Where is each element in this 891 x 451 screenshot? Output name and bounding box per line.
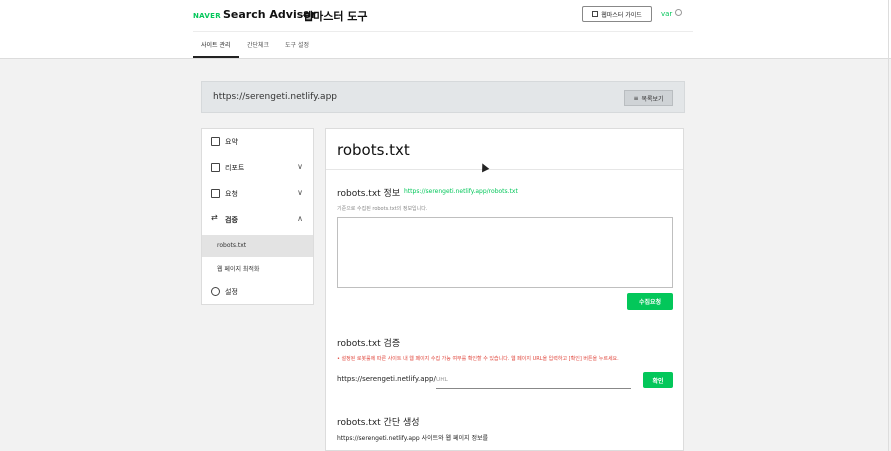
robots-info-title: robots.txt 정보 — [337, 189, 401, 199]
tab-quick-check[interactable]: 간단체크 — [247, 40, 269, 49]
url-prefix: https://serengeti.netlify.app/ — [337, 375, 436, 383]
sidebar-item-report[interactable]: 리포트 ∨ — [202, 155, 313, 181]
gear-icon — [211, 287, 220, 296]
divider — [326, 169, 683, 170]
guide-label: 웹마스터 가이드 — [601, 11, 642, 19]
list-view-label: 목록보기 — [641, 95, 664, 103]
power-icon[interactable] — [675, 9, 682, 16]
robots-generate-title: robots.txt 간단 생성 — [337, 418, 420, 428]
robots-info-link[interactable]: https://serengeti.netlify.app/robots.txt — [404, 188, 518, 195]
webmaster-guide-button[interactable]: 웹마스터 가이드 — [582, 6, 652, 22]
sidebar-item-label: 검증 — [225, 216, 238, 224]
tool-title: 웹마스터 도구 — [303, 10, 368, 23]
robots-verify-title: robots.txt 검증 — [337, 339, 401, 349]
book-icon — [592, 11, 599, 17]
collect-request-button[interactable]: 수집요청 — [627, 293, 673, 310]
sidebar-item-settings[interactable]: 설정 — [202, 279, 313, 305]
sidebar-item-label: 요청 — [225, 190, 238, 198]
sidebar-item-label: 요약 — [225, 138, 238, 146]
url-input[interactable] — [436, 371, 631, 389]
request-icon — [211, 189, 220, 198]
sidebar-subitem-label: robots.txt — [217, 242, 247, 249]
robots-verify-warning: • 설정된 로봇룰에 따른 사이트 내 웹 페이지 수집 가능 여부를 확인할 … — [337, 356, 619, 362]
chevron-down-icon: ∨ — [297, 188, 303, 197]
summary-icon — [211, 137, 220, 146]
tab-bar: 사이트 관리 간단체크 도구 설정 — [193, 31, 693, 58]
sidebar-item-label: 설정 — [225, 288, 238, 296]
robots-content-textarea[interactable] — [337, 217, 673, 288]
sidebar-subitem-label: 웹 페이지 최적화 — [217, 266, 260, 273]
confirm-button[interactable]: 확인 — [643, 372, 673, 388]
page-title: robots.txt — [337, 141, 410, 159]
header-bar: NAVER Search Advisor 웹마스터 도구 웹마스터 가이드 va… — [193, 0, 693, 32]
sidebar-item-label: 리포트 — [225, 164, 245, 172]
list-icon: ≡ — [633, 94, 639, 102]
scrollbar-track[interactable] — [888, 0, 889, 451]
main-panel: robots.txt robots.txt 정보 https://serenge… — [325, 128, 684, 451]
active-tab-indicator — [193, 56, 239, 58]
user-name[interactable]: var — [661, 10, 672, 18]
tab-tool-settings[interactable]: 도구 설정 — [285, 40, 309, 49]
robots-generate-desc: https://serengeti.netlify.app 사이트와 웹 페이지… — [337, 435, 489, 442]
sidebar-item-request[interactable]: 요청 ∨ — [202, 181, 313, 207]
report-icon — [211, 163, 220, 172]
verify-icon: ⇄ — [211, 213, 218, 222]
site-url-bar: https://serengeti.netlify.app ≡ 목록보기 — [201, 81, 685, 113]
site-url: https://serengeti.netlify.app — [213, 92, 337, 102]
naver-logo[interactable]: NAVER — [193, 12, 221, 20]
list-view-button[interactable]: ≡ 목록보기 — [624, 90, 673, 106]
chevron-up-icon: ∧ — [297, 214, 303, 223]
sidebar-subitem-web-optimization[interactable]: 웹 페이지 최적화 — [202, 257, 313, 279]
chevron-down-icon: ∨ — [297, 162, 303, 171]
sidebar: 요약 리포트 ∨ 요청 ∨ ⇄ 검증 ∧ robots.txt 웹 페이지 최적… — [201, 128, 314, 305]
sidebar-item-summary[interactable]: 요약 — [202, 129, 313, 155]
robots-info-desc: 기준으로 수집된 robots.txt의 정보입니다. — [337, 206, 428, 212]
tab-site-management[interactable]: 사이트 관리 — [201, 40, 231, 49]
sidebar-subitem-robots[interactable]: robots.txt — [202, 235, 313, 257]
sidebar-item-verify[interactable]: ⇄ 검증 ∧ — [202, 207, 313, 233]
